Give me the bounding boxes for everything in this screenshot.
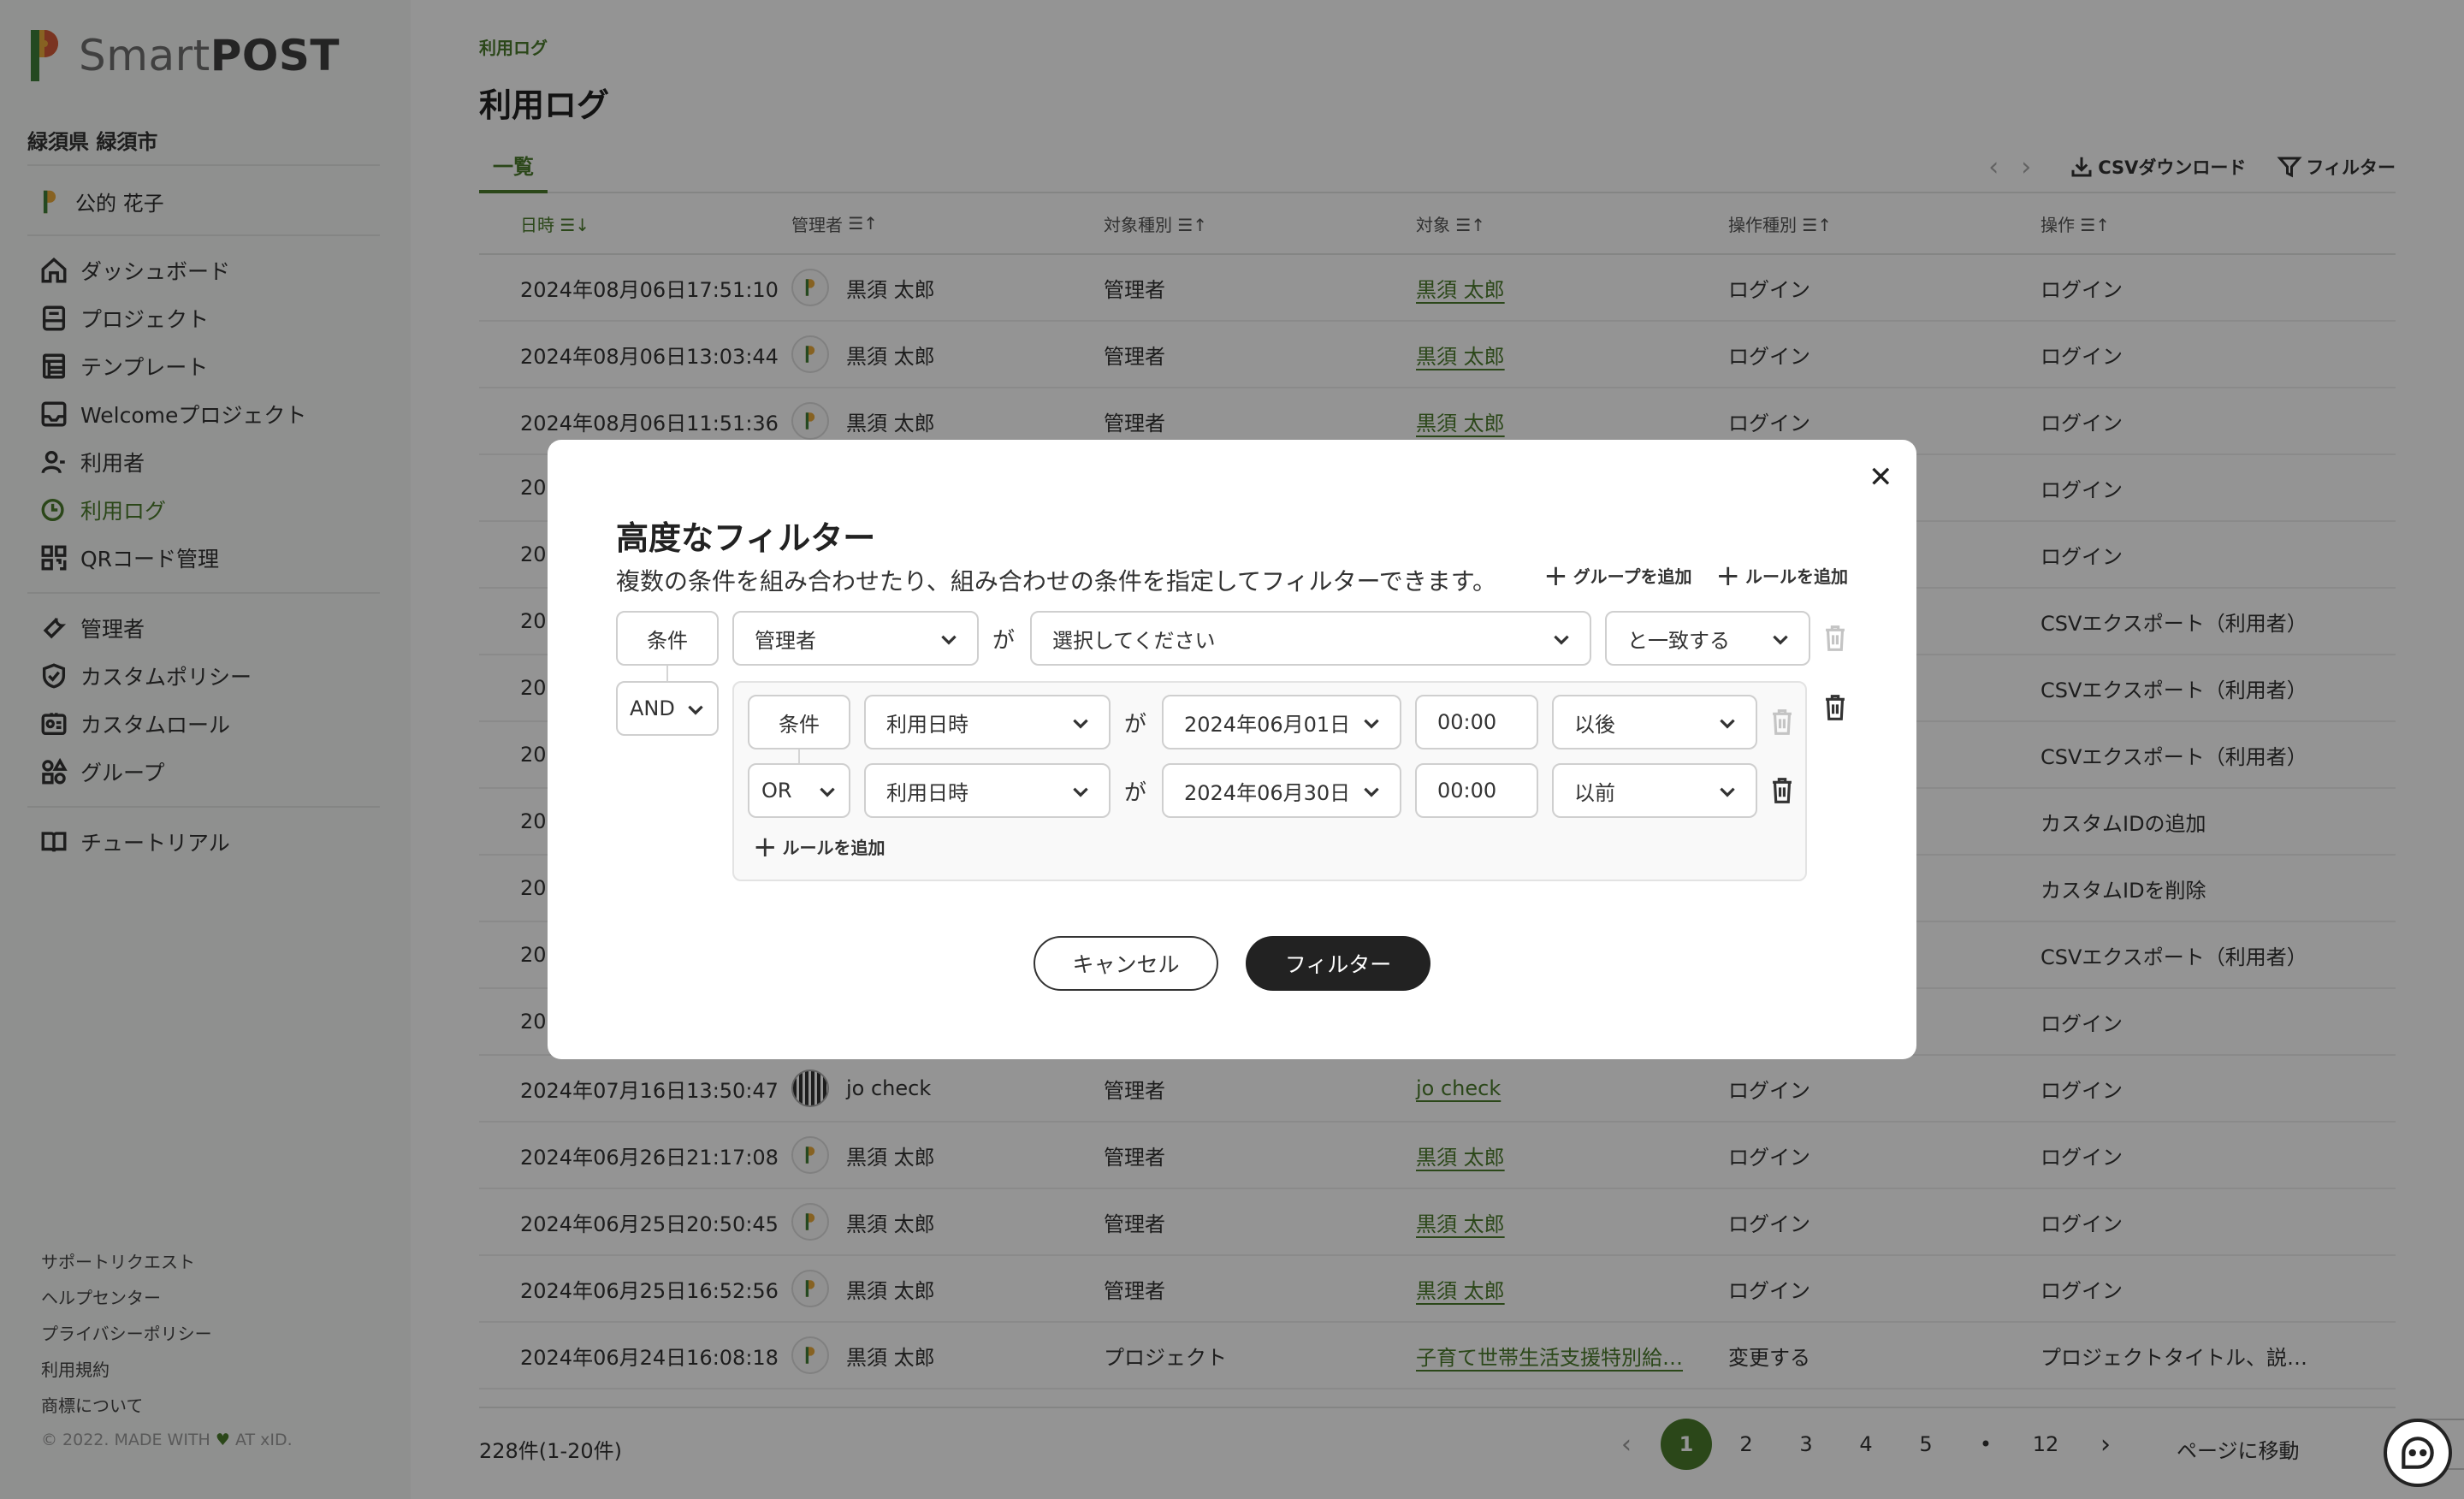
chevron-down-icon	[1069, 780, 1090, 801]
group-rule2-delete-icon[interactable]	[1769, 776, 1795, 805]
rule1-field-select[interactable]: 管理者	[732, 611, 979, 666]
chevron-down-icon	[816, 780, 837, 801]
apply-filter-button[interactable]: フィルター	[1246, 936, 1430, 991]
plus-icon: +	[1715, 558, 1741, 593]
group-rule2-time-value: 00:00	[1437, 779, 1497, 803]
group-rule1-delete-icon	[1769, 708, 1795, 737]
add-group-button[interactable]: + グループを追加	[1543, 558, 1692, 593]
group-rule2-operator-select[interactable]: 以前	[1552, 763, 1757, 818]
plus-icon: +	[753, 829, 778, 864]
ga-text: が	[992, 628, 1016, 654]
add-rule-button[interactable]: + ルールを追加	[1715, 558, 1849, 593]
group-rule2-date-select[interactable]: 2024年06月30日	[1162, 763, 1401, 818]
group-rule1-field-value: 利用日時	[886, 712, 968, 737]
chevron-down-icon	[1716, 712, 1737, 732]
modal-actions: + グループを追加 + ルールを追加	[1519, 558, 1849, 593]
rule1-operator-value: と一致する	[1627, 628, 1730, 653]
group-add-rule-label: ルールを追加	[782, 838, 886, 858]
support-chat-button[interactable]	[2384, 1419, 2452, 1487]
ga-text: が	[1124, 712, 1147, 738]
rule1-delete-icon	[1822, 624, 1848, 653]
rule1-operator-select[interactable]: と一致する	[1605, 611, 1810, 666]
group-rule1-time-input[interactable]: 00:00	[1415, 695, 1538, 750]
add-group-label: グループを追加	[1573, 566, 1692, 587]
plus-icon: +	[1543, 558, 1568, 593]
connector-line	[666, 666, 668, 681]
chevron-down-icon	[1716, 780, 1737, 801]
add-rule-label: ルールを追加	[1745, 566, 1848, 587]
modal-description: 複数の条件を組み合わせたり、組み合わせの条件を指定してフィルターできます。	[616, 567, 1497, 595]
group-rule1-field-select[interactable]: 利用日時	[864, 695, 1111, 750]
group-delete-icon[interactable]	[1822, 693, 1848, 722]
group-logic-value: AND	[630, 696, 675, 720]
modal-title: 高度なフィルター	[616, 519, 876, 557]
rule1-field-value: 管理者	[755, 628, 816, 653]
advanced-filter-modal: ✕ 高度なフィルター 複数の条件を組み合わせたり、組み合わせの条件を指定してフィ…	[548, 440, 1916, 1059]
chevron-down-icon	[1550, 628, 1571, 649]
ga-text: が	[1124, 780, 1147, 806]
group-rule1-date-value: 2024年06月01日	[1184, 712, 1351, 737]
chevron-down-icon	[1769, 628, 1790, 649]
group-rule2-logic-value: OR	[761, 779, 792, 803]
chevron-down-icon	[1360, 780, 1381, 801]
group-add-rule-button[interactable]: + ルールを追加	[753, 829, 886, 864]
group-condition-label: 条件	[748, 695, 850, 750]
chevron-down-icon	[684, 698, 705, 719]
group-rule2-time-input[interactable]: 00:00	[1415, 763, 1538, 818]
condition-label: 条件	[616, 611, 719, 666]
group-logic-select[interactable]: AND	[616, 681, 719, 736]
close-icon[interactable]: ✕	[1869, 460, 1893, 495]
group-rule2-field-select[interactable]: 利用日時	[864, 763, 1111, 818]
chevron-down-icon	[1360, 712, 1381, 732]
chevron-down-icon	[1069, 712, 1090, 732]
group-rule1-operator-select[interactable]: 以後	[1552, 695, 1757, 750]
rule1-value-placeholder: 選択してください	[1052, 628, 1216, 653]
group-rule1-time-value: 00:00	[1437, 710, 1497, 734]
group-rule2-operator-value: 以前	[1574, 780, 1615, 805]
chat-bot-icon	[2402, 1437, 2434, 1469]
group-rule2-field-value: 利用日時	[886, 780, 968, 805]
cancel-button[interactable]: キャンセル	[1034, 936, 1218, 991]
group-rule1-date-select[interactable]: 2024年06月01日	[1162, 695, 1401, 750]
rule1-value-select[interactable]: 選択してください	[1030, 611, 1591, 666]
group-rule1-operator-value: 以後	[1574, 712, 1615, 737]
group-rule2-logic-select[interactable]: OR	[748, 763, 850, 818]
group-rule2-date-value: 2024年06月30日	[1184, 780, 1351, 805]
chevron-down-icon	[938, 628, 958, 649]
